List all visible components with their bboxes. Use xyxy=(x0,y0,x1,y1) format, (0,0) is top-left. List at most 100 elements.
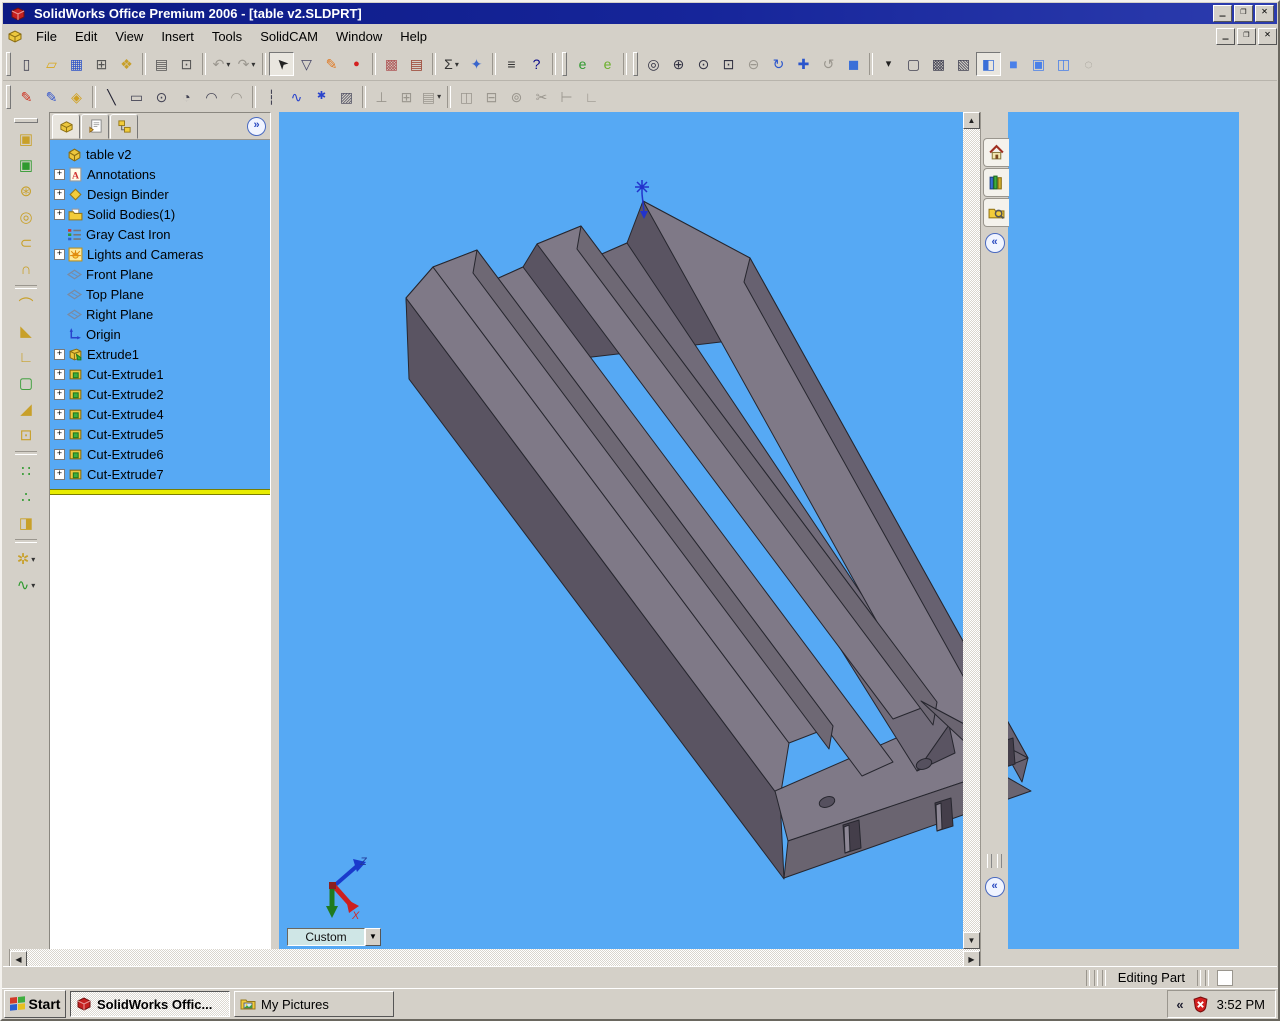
tree-item-solid-bodies-1-[interactable]: +Solid Bodies(1) xyxy=(50,204,270,224)
expand-plus-icon[interactable]: + xyxy=(54,469,65,480)
revolved-boss-base-button[interactable]: ⊛ xyxy=(12,178,40,204)
propertymanager-tab[interactable] xyxy=(81,114,109,139)
dropdown-arrow-icon[interactable]: ▾ xyxy=(31,581,35,590)
dropdown-arrow-icon[interactable]: ▾ xyxy=(455,60,459,69)
expand-plus-icon[interactable]: + xyxy=(54,209,65,220)
tree-item-cut-extrude5[interactable]: +Cut-Extrude5 xyxy=(50,424,270,444)
tree-item-cut-extrude7[interactable]: +Cut-Extrude7 xyxy=(50,464,270,484)
sketch-button[interactable]: ✎ xyxy=(14,85,39,109)
expand-plus-icon[interactable]: + xyxy=(54,449,65,460)
hole-wizard-button[interactable]: ⊡ xyxy=(12,422,40,448)
revolved-cut-button[interactable]: ◎ xyxy=(12,204,40,230)
solidworks-resources-tab[interactable] xyxy=(983,138,1009,167)
linear-pattern-button[interactable]: ∷ xyxy=(12,458,40,484)
doc-restore-button[interactable]: ❐ xyxy=(1237,28,1256,45)
redo-button[interactable]: ↷▾ xyxy=(234,52,259,76)
mirror-button[interactable]: ◨ xyxy=(12,510,40,536)
tangent-arc-button[interactable]: ◠ xyxy=(199,85,224,109)
point-button[interactable]: ✱ xyxy=(309,85,334,109)
toolbar-handle[interactable] xyxy=(562,52,567,76)
zoom-to-selection-button[interactable]: ⊡ xyxy=(716,52,741,76)
toolbar-handle[interactable] xyxy=(14,118,38,123)
texture-button[interactable]: ▤ xyxy=(404,52,429,76)
reference-geometry-button[interactable]: ✲▾ xyxy=(12,546,40,572)
task-pane-collapse-button-lower[interactable]: « xyxy=(985,877,1005,897)
expand-plus-icon[interactable]: + xyxy=(54,189,65,200)
hidden-lines-visible-button[interactable]: ▩ xyxy=(926,52,951,76)
wireframe-button[interactable]: ▢ xyxy=(901,52,926,76)
trim-entities-button[interactable]: ✂ xyxy=(529,85,554,109)
line-button[interactable]: ╲ xyxy=(99,85,124,109)
minimize-button[interactable]: _ xyxy=(1213,5,1232,22)
menu-view[interactable]: View xyxy=(106,26,152,47)
section-view-button[interactable]: ◫ xyxy=(1051,52,1076,76)
configuration-dropdown-arrow[interactable]: ▼ xyxy=(365,928,381,946)
zoom-in-out-button[interactable]: ⊕ xyxy=(666,52,691,76)
expand-plus-icon[interactable]: + xyxy=(54,169,65,180)
dropdown-arrow-icon[interactable]: ▾ xyxy=(31,555,35,564)
taskbar-window-my-pictures[interactable]: My Pictures xyxy=(234,991,394,1017)
print-preview-button[interactable]: ⊡ xyxy=(174,52,199,76)
zoom-to-fit-button[interactable]: ◎ xyxy=(641,52,666,76)
taskbar-window-solidworks-offic-[interactable]: SolidWorks Offic... xyxy=(70,991,230,1017)
hidden-lines-removed-button[interactable]: ▧ xyxy=(951,52,976,76)
fillet-button[interactable]: ⌒ xyxy=(12,292,40,318)
configuration-value[interactable]: Custom xyxy=(287,928,365,946)
task-pane-grip[interactable] xyxy=(997,854,1002,868)
tree-item-table-v2[interactable]: table v2 xyxy=(50,144,270,164)
mirror-entities-button[interactable]: ◫ xyxy=(454,85,479,109)
security-shield-icon[interactable] xyxy=(1192,996,1209,1013)
graphics-viewport[interactable]: Z X Custom ▼ xyxy=(279,112,1239,949)
shaded-button[interactable]: ■ xyxy=(1001,52,1026,76)
help-button[interactable]: ? xyxy=(524,52,549,76)
extruded-cut-button[interactable]: ▣ xyxy=(12,152,40,178)
zoom-to-area-button[interactable]: ⊙ xyxy=(691,52,716,76)
panel-expand-chevron[interactable]: » xyxy=(247,117,266,136)
modify-sketch-button[interactable]: ◈ xyxy=(64,85,89,109)
tree-item-right-plane[interactable]: Right Plane xyxy=(50,304,270,324)
close-button[interactable]: ✕ xyxy=(1255,5,1274,22)
centerline-button[interactable]: ┆ xyxy=(259,85,284,109)
view-orientation-button[interactable]: ▾ xyxy=(876,52,901,76)
tree-item-cut-extrude1[interactable]: +Cut-Extrude1 xyxy=(50,364,270,384)
panel-splitter[interactable] xyxy=(271,112,279,966)
cosmosxpress-button[interactable]: ✦ xyxy=(464,52,489,76)
extruded-boss-base-button[interactable]: ▣ xyxy=(12,126,40,152)
tree-item-top-plane[interactable]: Top Plane xyxy=(50,284,270,304)
open-document-button[interactable]: ▱ xyxy=(39,52,64,76)
lofted-boss-base-button[interactable]: ∩ xyxy=(12,256,40,282)
3d-sketch-button[interactable]: ✎ xyxy=(39,85,64,109)
rotate-view-button[interactable]: ↻ xyxy=(766,52,791,76)
doc-minimize-button[interactable]: _ xyxy=(1216,28,1235,45)
options-button[interactable]: ≡ xyxy=(499,52,524,76)
select-button[interactable]: ➤ xyxy=(269,52,294,76)
menu-tools[interactable]: Tools xyxy=(203,26,251,47)
selection-filter-button[interactable]: ▽ xyxy=(294,52,319,76)
start-button[interactable]: Start xyxy=(4,990,66,1018)
tree-item-origin[interactable]: Origin xyxy=(50,324,270,344)
vertical-scrollbar[interactable]: ▲ ▼ xyxy=(963,112,980,949)
save-button[interactable]: ▦ xyxy=(64,52,89,76)
zoom-out-button[interactable]: ⊖ xyxy=(741,52,766,76)
menu-edit[interactable]: Edit xyxy=(66,26,106,47)
standard-views-button[interactable]: ◌ xyxy=(1076,52,1101,76)
circle-button[interactable]: ⊙ xyxy=(149,85,174,109)
tray-expand-chevron[interactable]: « xyxy=(1176,997,1183,1012)
shadows-in-shaded-button[interactable]: ▣ xyxy=(1026,52,1051,76)
edrawings-button[interactable]: e xyxy=(570,52,595,76)
restore-button[interactable]: ❐ xyxy=(1234,5,1253,22)
circular-pattern-button[interactable]: ∴ xyxy=(12,484,40,510)
dropdown-arrow-icon[interactable]: ▾ xyxy=(251,60,255,69)
tree-item-design-binder[interactable]: +Design Binder xyxy=(50,184,270,204)
offset-entities-button[interactable]: ⊚ xyxy=(504,85,529,109)
grid-snap-button[interactable]: ⊞ xyxy=(394,85,419,109)
rotate-about-scene-floor-button[interactable]: ↺ xyxy=(816,52,841,76)
extend-entities-button[interactable]: ⊢ xyxy=(554,85,579,109)
expand-plus-icon[interactable]: + xyxy=(54,389,65,400)
add-relation-button[interactable]: ⊥ xyxy=(369,85,394,109)
display-delete-relations-button[interactable]: ▤▾ xyxy=(419,85,444,109)
menu-solidcam[interactable]: SolidCAM xyxy=(251,26,327,47)
dropdown-arrow-icon[interactable]: ▾ xyxy=(437,92,441,101)
undo-button[interactable]: ↶▾ xyxy=(209,52,234,76)
edrawings-publish-button[interactable]: e xyxy=(595,52,620,76)
